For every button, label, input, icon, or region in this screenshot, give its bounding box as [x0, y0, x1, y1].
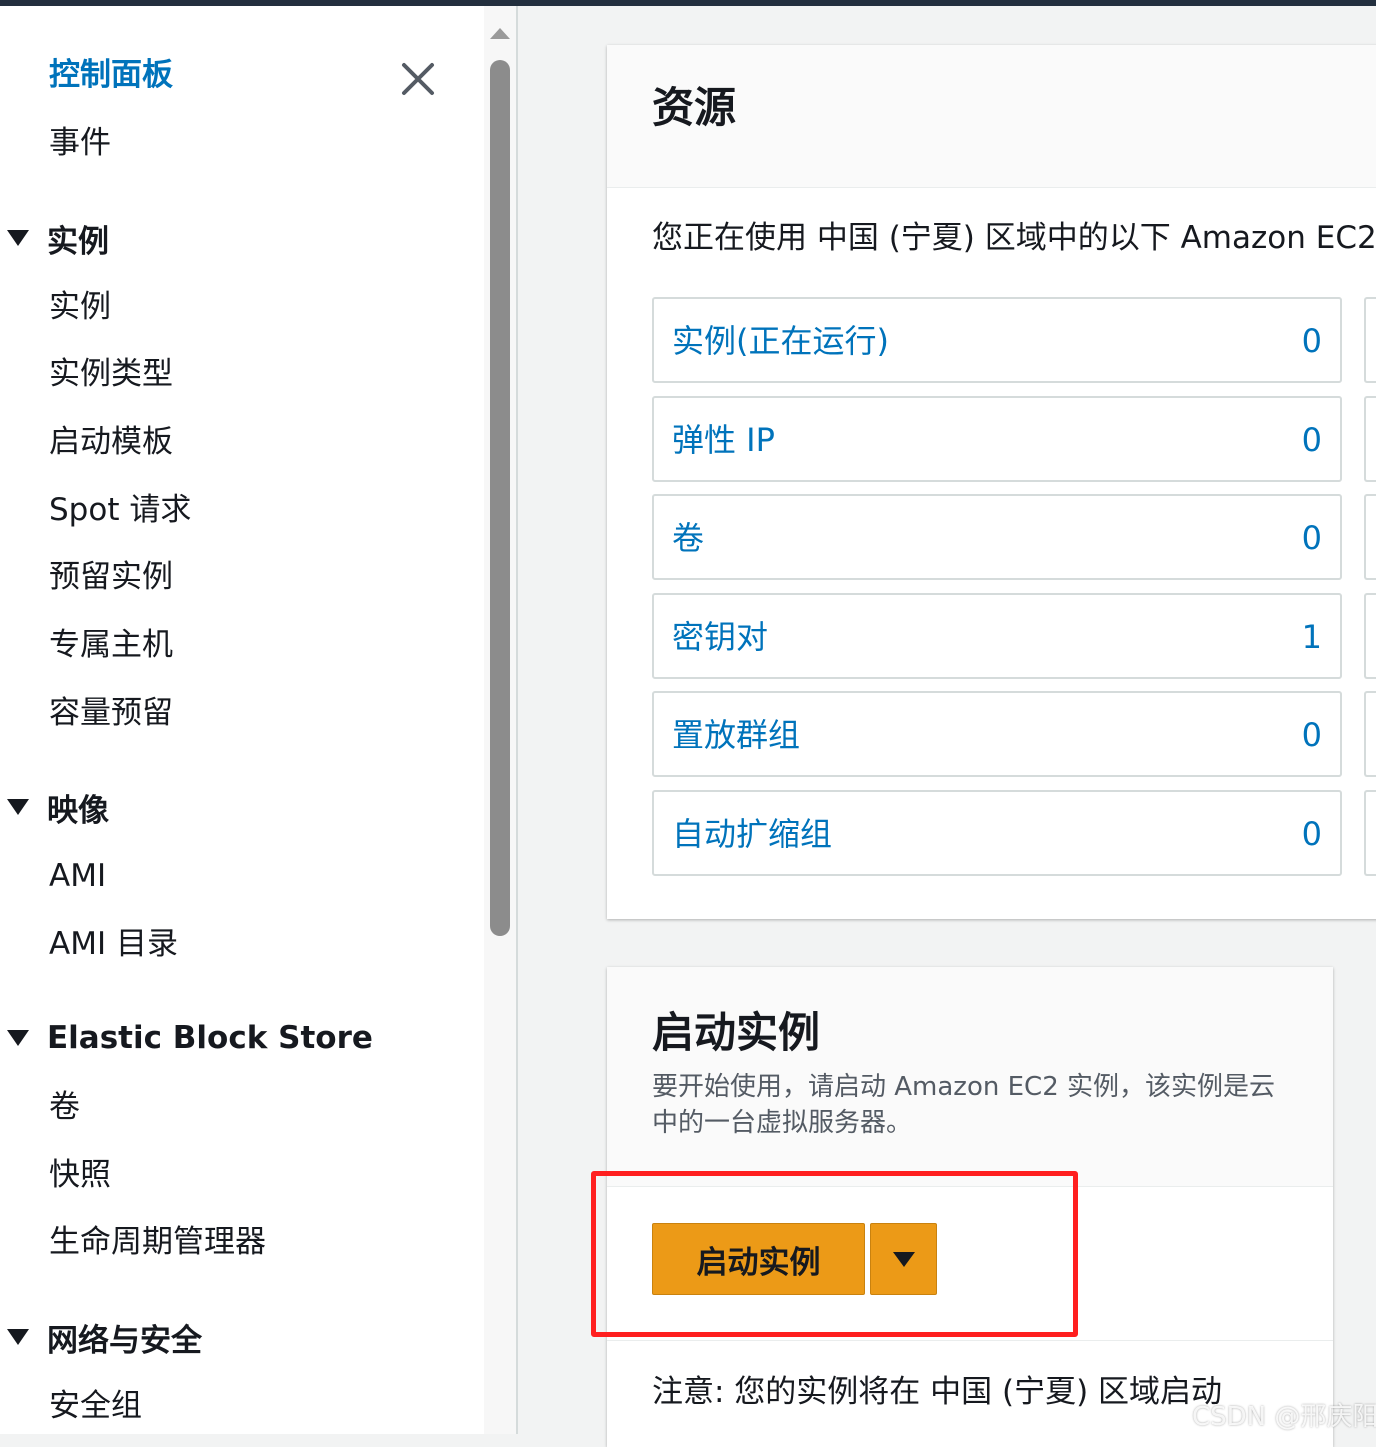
caret-down-icon	[7, 1030, 29, 1046]
section-title: Elastic Block Store	[47, 1020, 373, 1056]
resource-count: 0	[1301, 716, 1322, 754]
section-instances: 实例	[0, 218, 109, 260]
section-images: 映像	[0, 787, 109, 829]
sidebar-item-reserved-instances[interactable]: 预留实例	[49, 562, 173, 593]
resource-card-partial	[1364, 691, 1376, 777]
resource-label[interactable]: 实例(正在运行)	[672, 325, 889, 357]
sidebar-item-security-groups[interactable]: 安全组	[49, 1391, 142, 1422]
resource-count: 0	[1301, 421, 1322, 459]
sidebar-item-events[interactable]: 事件	[49, 128, 111, 159]
resources-description: 您正在使用 中国 (宁夏) 区域中的以下 Amazon EC2 资	[652, 220, 1376, 256]
section-instances-header[interactable]: 实例	[0, 218, 109, 260]
sidebar-item-ami[interactable]: AMI	[49, 861, 106, 892]
sidebar-item-instances[interactable]: 实例	[49, 292, 111, 323]
sidebar-item-capacity-reservations[interactable]: 容量预留	[49, 698, 173, 729]
sidebar-item-launch-templates[interactable]: 启动模板	[49, 427, 173, 458]
resource-count: 0	[1301, 815, 1322, 853]
sidebar-item-snapshots[interactable]: 快照	[49, 1160, 111, 1191]
sidebar-item-ami-catalog[interactable]: AMI 目录	[49, 929, 178, 960]
sidebar-item-spot-requests[interactable]: Spot 请求	[49, 495, 191, 526]
resource-card-volumes[interactable]: 卷 0	[652, 494, 1342, 580]
resource-card-partial	[1364, 494, 1376, 580]
launch-title: 启动实例	[652, 1008, 821, 1057]
resource-card-key-pairs[interactable]: 密钥对 1	[652, 593, 1342, 679]
sidebar: 控制面板 事件 实例 实例 实例类型 启动模板 Spot 请求 预留实例 专属主…	[0, 6, 484, 1434]
sidebar-item-dedicated-hosts[interactable]: 专属主机	[49, 630, 173, 661]
resource-card-elastic-ip[interactable]: 弹性 IP 0	[652, 396, 1342, 482]
sidebar-item-dashboard[interactable]: 控制面板	[49, 60, 173, 91]
resource-label[interactable]: 自动扩缩组	[672, 818, 832, 850]
sidebar-item-lifecycle-manager[interactable]: 生命周期管理器	[49, 1227, 266, 1258]
resource-card-running-instances[interactable]: 实例(正在运行) 0	[652, 297, 1342, 383]
resource-card-partial	[1364, 396, 1376, 482]
section-title: 实例	[47, 223, 109, 260]
resource-count: 0	[1301, 322, 1322, 360]
resources-header: 资源	[607, 45, 1376, 188]
sidebar-item-instance-types[interactable]: 实例类型	[49, 359, 173, 390]
section-title: 映像	[47, 792, 109, 829]
resource-label[interactable]: 置放群组	[672, 719, 800, 751]
launch-description: 要开始使用，请启动 Amazon EC2 实例，该实例是云中的一台虚拟服务器。	[652, 1072, 1275, 1138]
launch-region-note: 注意: 您的实例将在 中国 (宁夏) 区域启动	[652, 1374, 1223, 1410]
launch-header: 启动实例 要开始使用，请启动 Amazon EC2 实例，该实例是云中的一台虚拟…	[607, 967, 1333, 1187]
caret-down-icon	[7, 1329, 29, 1345]
caret-down-icon	[7, 799, 29, 815]
resources-title: 资源	[652, 83, 737, 132]
resource-label[interactable]: 密钥对	[672, 621, 768, 653]
section-ebs-header[interactable]: Elastic Block Store	[0, 1018, 373, 1058]
resource-label[interactable]: 卷	[672, 522, 704, 554]
sidebar-divider	[516, 6, 518, 1434]
resources-panel: 资源 您正在使用 中国 (宁夏) 区域中的以下 Amazon EC2 资 实例(…	[607, 45, 1376, 919]
resource-count: 1	[1301, 618, 1322, 656]
resource-card-auto-scaling-groups[interactable]: 自动扩缩组 0	[652, 790, 1342, 876]
watermark: CSDN @邢庆阳	[1192, 1402, 1376, 1432]
resource-card-partial	[1364, 790, 1376, 876]
highlight-annotation-box	[591, 1171, 1078, 1337]
caret-down-icon	[7, 230, 29, 246]
resource-card-partial	[1364, 593, 1376, 679]
resource-card-partial	[1364, 297, 1376, 383]
sidebar-scrollbar-thumb[interactable]	[490, 60, 510, 936]
sidebar-item-volumes[interactable]: 卷	[49, 1092, 80, 1123]
section-network-security-header[interactable]: 网络与安全	[0, 1317, 202, 1359]
section-title: 网络与安全	[47, 1322, 202, 1359]
section-images-header[interactable]: 映像	[0, 787, 109, 829]
resource-card-placement-groups[interactable]: 置放群组 0	[652, 691, 1342, 777]
scroll-up-arrow-icon[interactable]	[490, 28, 510, 39]
close-icon[interactable]	[400, 61, 436, 97]
resource-label[interactable]: 弹性 IP	[672, 424, 775, 456]
section-network-security: 网络与安全	[0, 1317, 202, 1359]
resource-count: 0	[1301, 519, 1322, 557]
section-ebs: Elastic Block Store	[0, 1018, 373, 1058]
